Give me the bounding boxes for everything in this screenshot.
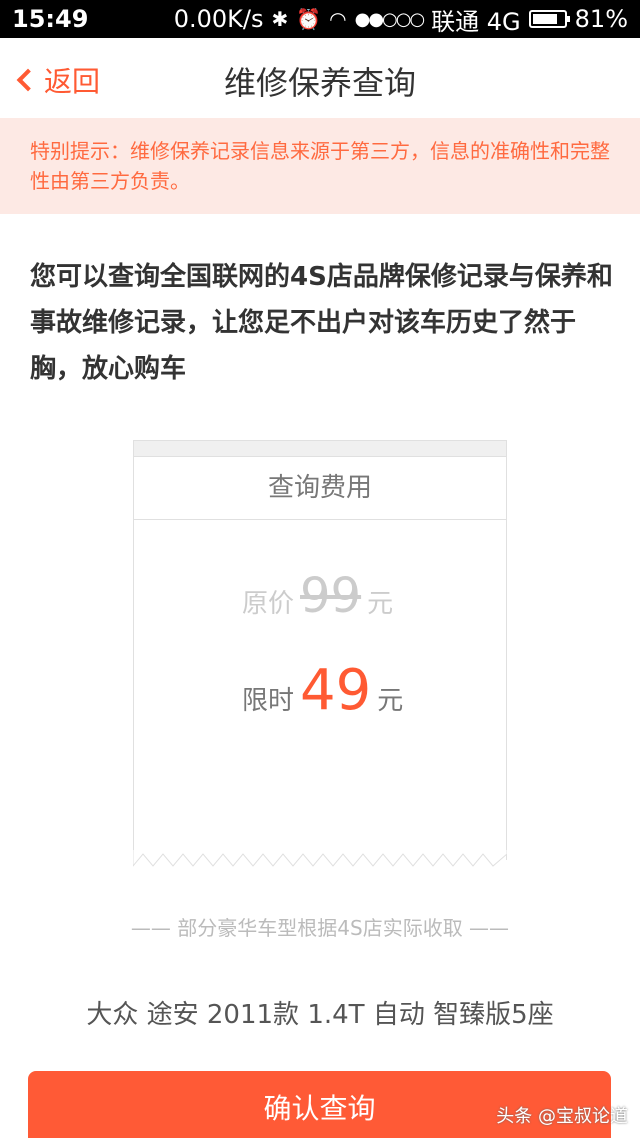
ticket-zigzag-edge <box>133 850 507 867</box>
wifi-icon: ◠ <box>329 7 347 31</box>
battery-icon <box>528 10 570 28</box>
car-model: 大众 途安 2011款 1.4T 自动 智臻版5座 <box>86 1000 554 1030</box>
battery-percent: 81% <box>574 5 628 33</box>
carrier-label: 联通 4G <box>431 7 521 36</box>
bluetooth-icon: ✱ <box>271 7 289 31</box>
battery-fill <box>532 14 557 24</box>
original-price-value: 99 <box>300 568 362 624</box>
network-speed: 0.00K/s <box>173 5 264 33</box>
original-price-unit: 元 <box>367 589 394 619</box>
nav-bar: 返回 维修保养查询 <box>0 38 640 118</box>
original-price-row: 原价 99 元 <box>242 568 393 624</box>
ticket-header: 查询费用 <box>133 456 507 520</box>
ticket-body: 原价 99 元 限时 49 元 <box>133 520 507 860</box>
price-ticket: 查询费用 原价 99 元 限时 49 元 <box>133 440 507 880</box>
signal-strength: ●●○○○ <box>354 8 426 30</box>
notice-text: 特别提示：维修保养记录信息来源于第三方，信息的准确性和完整性由第三方负责。 <box>30 139 610 193</box>
ticket-top-strip <box>133 440 507 456</box>
limited-price-label: 限时 <box>242 686 295 716</box>
status-indicators: 0.00K/s ✱ ⏰ ◠ ●●○○○ 联通 4G 81% <box>174 2 628 37</box>
limited-price-row: 限时 49 元 <box>242 658 403 723</box>
watermark: 头条 @宝叔论道 <box>496 1106 628 1127</box>
page-title: 维修保养查询 <box>223 64 416 102</box>
notice-banner: 特别提示：维修保养记录信息来源于第三方，信息的准确性和完整性由第三方负责。 <box>0 118 640 214</box>
alarm-icon: ⏰ <box>296 7 322 31</box>
limited-price-value: 49 <box>300 658 372 723</box>
pricing-note: —— 部分豪华车型根据4S店实际收取 —— <box>130 916 510 940</box>
status-bar: 15:49 0.00K/s ✱ ⏰ ◠ ●●○○○ 联通 4G 81% <box>0 0 640 38</box>
limited-price-unit: 元 <box>377 686 404 716</box>
original-price-label: 原价 <box>242 589 295 619</box>
intro-text: 您可以查询全国联网的4S店品牌保修记录与保养和事故维修记录，让您足不出户对该车历… <box>30 262 613 384</box>
status-time: 15:49 <box>12 5 89 33</box>
